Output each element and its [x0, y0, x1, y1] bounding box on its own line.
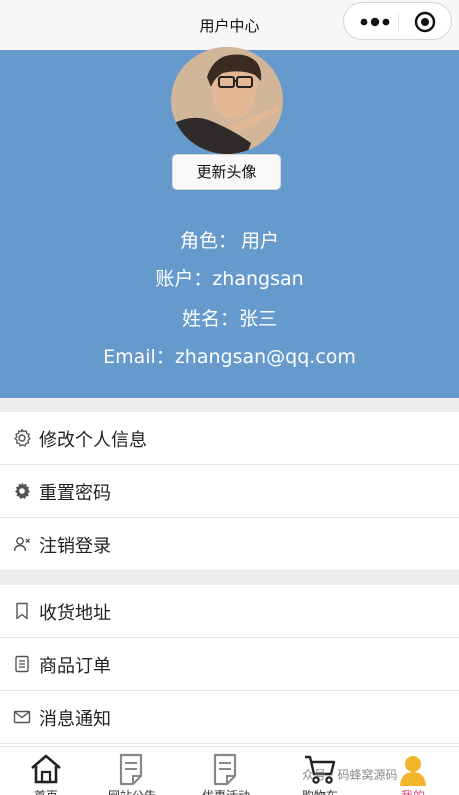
bookmark-icon [16, 602, 28, 620]
mail-icon [13, 710, 31, 724]
tab-label-home: 首页 [0, 787, 92, 795]
menu-item-edit-profile[interactable]: 修改个人信息 [0, 412, 459, 465]
tab-home[interactable]: 首页 [0, 747, 92, 795]
close-target-icon[interactable] [414, 11, 436, 33]
watermark-text: 众号 · 码蜂窝源码 [302, 768, 398, 782]
tab-label-notice: 网站公告 [86, 787, 178, 795]
menu-item-notifications[interactable]: 消息通知 [0, 691, 459, 744]
menu-item-logout[interactable]: 注销登录 [0, 518, 459, 571]
menu-label-reset-password: 重置密码 [39, 483, 111, 504]
name-row: 姓名：张三 [0, 304, 459, 331]
tab-label-my: 我的 [367, 787, 459, 795]
menu-label-edit-profile: 修改个人信息 [39, 430, 147, 451]
email-label: Email： [103, 346, 175, 368]
menu-item-shipping-address[interactable]: 收货地址 [0, 585, 459, 638]
home-icon [31, 754, 61, 784]
menu-label-orders: 商品订单 [39, 656, 111, 677]
gear-filled-icon [15, 482, 30, 499]
tab-notice[interactable]: 网站公告 [86, 747, 178, 795]
name-label: 姓名： [181, 308, 239, 330]
menu-label-notifications: 消息通知 [39, 709, 111, 730]
notice-icon [119, 753, 143, 786]
email-row: Email：zhangsan@qq.com [0, 342, 459, 369]
section-divider [0, 398, 459, 412]
tab-promotion[interactable]: 优惠活动 [180, 747, 272, 795]
account-label: 账户： [155, 268, 213, 290]
user-icon [400, 756, 426, 786]
capsule-divider [398, 13, 399, 31]
menu-label-logout: 注销登录 [39, 536, 111, 557]
profile-header: 更新头像 角色： 用户 账户：zhangsan 姓名：张三 Email：zhang… [0, 47, 459, 398]
user-remove-icon [13, 537, 30, 552]
role-label: 角色： [179, 230, 237, 252]
menu-label-shipping-address: 收货地址 [39, 603, 111, 624]
menu-item-orders[interactable]: 商品订单 [0, 638, 459, 691]
account-value: zhangsan [212, 268, 304, 290]
email-value: zhangsan@qq.com [174, 346, 356, 368]
role-value: 用户 [241, 230, 280, 252]
mini-program-capsule[interactable] [343, 2, 452, 40]
avatar-illustration [171, 47, 283, 154]
top-navbar: 用户中心 [0, 0, 459, 50]
account-row: 账户：zhangsan [0, 264, 459, 291]
tab-label-cart: 购物车 [274, 787, 366, 795]
role-row: 角色： 用户 [0, 226, 459, 253]
promotion-icon [213, 753, 237, 786]
tab-label-promotion: 优惠活动 [180, 787, 272, 795]
more-icon[interactable] [360, 16, 390, 28]
gear-outline-icon [14, 428, 31, 447]
menu-item-reset-password[interactable]: 重置密码 [0, 465, 459, 518]
document-list-icon [15, 655, 29, 673]
avatar[interactable] [171, 47, 283, 154]
update-avatar-button[interactable]: 更新头像 [172, 154, 281, 190]
name-value: 张三 [239, 308, 278, 330]
section-divider [0, 571, 459, 585]
